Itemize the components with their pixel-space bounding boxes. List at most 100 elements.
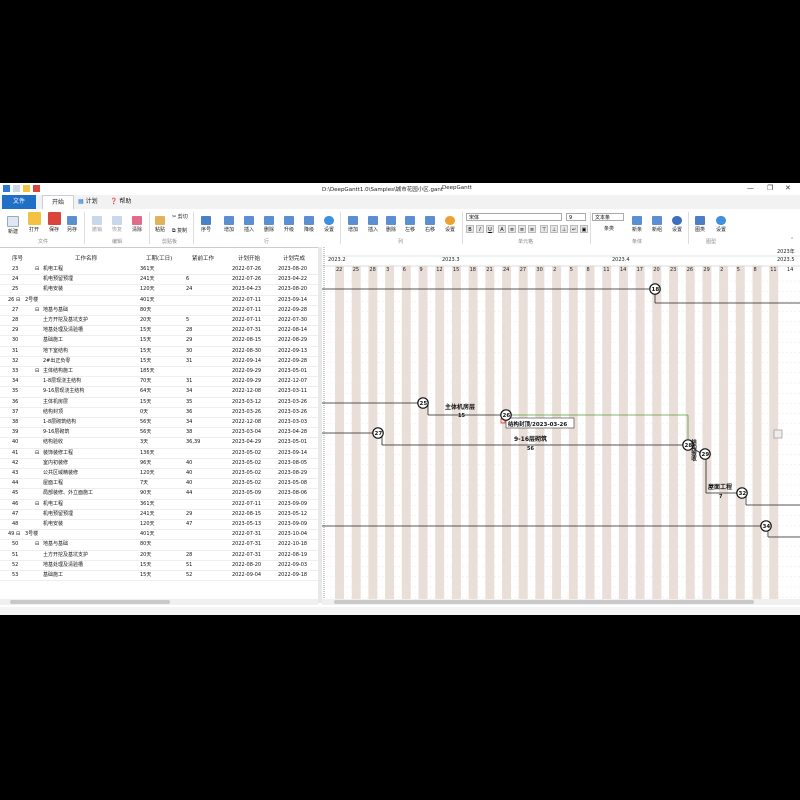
table-row[interactable]: 40 结构验收 3天 36,39 2023-04-29 2023-05-01 (0, 438, 318, 449)
table-row[interactable]: 24 机电预留预埋 241天 6 2022-07-26 2023-04-22 (0, 275, 318, 286)
table-row[interactable]: 33 ⊟ 主体结构施工 185天 2022-09-29 2023-05-01 (0, 367, 318, 378)
table-row[interactable]: 29 地基处理及清验槽 15天 28 2022-07-31 2022-08-14 (0, 326, 318, 337)
new-group-button[interactable]: 新组 (648, 216, 666, 233)
table-row[interactable]: 25 机电安装 120天 24 2023-04-23 2023-08-20 (0, 285, 318, 296)
align-center-button[interactable]: ≡ (518, 225, 526, 233)
col-header-finish[interactable]: 计划完成 (283, 253, 305, 265)
seq-button[interactable]: 序号 (197, 216, 215, 233)
valign-middle-button[interactable]: ⊥ (550, 225, 558, 233)
downgrade-button[interactable]: 降级 (300, 216, 318, 233)
collapse-toggle-icon[interactable]: ⊟ (35, 306, 39, 315)
wrap-button[interactable]: ↵ (570, 225, 578, 233)
insert-row-button[interactable]: 插入 (240, 216, 258, 233)
delete-row-button[interactable]: 删除 (260, 216, 278, 233)
right-shift-button[interactable]: 右移 (421, 216, 439, 233)
table-row[interactable]: 35 9-16层现浇主结构 64天 34 2022-12-08 2023-03-11 (0, 387, 318, 398)
upgrade-button[interactable]: 升级 (280, 216, 298, 233)
bar-label-button[interactable]: 条类 (604, 225, 614, 232)
new-bar-button[interactable]: 新条 (628, 216, 646, 233)
paste-button[interactable]: 粘贴 (152, 216, 168, 233)
row-settings-button[interactable]: 设置 (320, 216, 338, 233)
undo-button[interactable]: 撤销 (88, 216, 106, 233)
quick-new-icon[interactable] (13, 185, 20, 192)
table-row[interactable]: 39 9-16层砌筑 56天 38 2023-03-04 2023-04-28 (0, 428, 318, 439)
table-row[interactable]: 47 机电预留预埋 241天 29 2022-08-15 2023-05-12 (0, 510, 318, 520)
table-row[interactable]: 50 ⊟ 地基与基础 80天 2022-07-31 2022-10-18 (0, 540, 318, 551)
merge-button[interactable]: ▣ (580, 225, 588, 233)
open-button[interactable]: 打开 (24, 212, 44, 233)
quick-save-icon[interactable] (33, 185, 40, 192)
table-row[interactable]: 28 土方开挖及基坑支护 20天 5 2022-07-11 2022-07-30 (0, 316, 318, 327)
collapse-toggle-icon[interactable]: ⊟ (35, 265, 39, 274)
table-row[interactable]: 52 地基处理及清验槽 15天 51 2022-08-20 2022-09-03 (0, 561, 318, 571)
saveas-button[interactable]: 另存 (63, 216, 81, 233)
add-col-button[interactable]: 增加 (344, 216, 362, 233)
col-header-start[interactable]: 计划开始 (238, 253, 260, 265)
restore-icon[interactable]: ❐ (767, 184, 773, 192)
clear-button[interactable]: 清除 (128, 216, 146, 233)
table-row[interactable]: 48 机电安装 120天 47 2023-05-13 2023-09-09 (0, 520, 318, 531)
tab-start[interactable]: 开始 (42, 195, 74, 210)
table-horizontal-scrollbar[interactable] (0, 599, 318, 605)
table-row[interactable]: 53 基础施工 15天 52 2022-09-04 2022-09-18 (0, 571, 318, 582)
table-row[interactable]: 23 ⊟ 机电工程 361天 2022-07-26 2023-08-20 (0, 265, 318, 276)
col-header-name[interactable]: 工作名称 (75, 253, 97, 265)
collapse-toggle-icon[interactable]: ⊟ (35, 540, 39, 549)
minimize-icon[interactable]: — (747, 184, 754, 192)
table-row[interactable]: 42 室内初装修 96天 40 2023-05-02 2023-08-05 (0, 459, 318, 469)
valign-top-button[interactable]: ⊤ (540, 225, 548, 233)
color-button[interactable]: A (498, 225, 506, 233)
table-row[interactable]: 43 公共区域精装修 120天 40 2023-05-02 2023-08-29 (0, 469, 318, 480)
redo-button[interactable]: 恢复 (108, 216, 126, 233)
col-header-predecessor[interactable]: 紧前工作 (192, 253, 214, 265)
chart-settings-button[interactable]: 设置 (712, 216, 730, 233)
tab-file[interactable]: 文件 (2, 195, 36, 209)
align-right-button[interactable]: ≡ (528, 225, 536, 233)
table-row[interactable]: 51 土方开挖及基坑支护 20天 28 2022-07-31 2022-08-19 (0, 551, 318, 561)
font-size-select[interactable]: 9 (566, 213, 586, 221)
table-row[interactable]: 36 主体机房层 15天 35 2023-03-12 2023-03-26 (0, 398, 318, 408)
add-row-button[interactable]: 增加 (220, 216, 238, 233)
valign-bottom-button[interactable]: ⊥ (560, 225, 568, 233)
gantt-horizontal-scrollbar[interactable] (322, 599, 800, 605)
collapse-toggle-icon[interactable]: ⊟ (16, 530, 20, 539)
tab-plan[interactable]: ▦ 计划 (78, 195, 98, 209)
bar-style-select[interactable]: 文本条 (592, 213, 624, 221)
bold-button[interactable]: B (466, 225, 474, 233)
table-row[interactable]: 27 ⊟ 地基与基础 80天 2022-07-11 2022-09-28 (0, 306, 318, 316)
collapse-toggle-icon[interactable]: ⊟ (35, 500, 39, 509)
quick-open-icon[interactable] (23, 185, 30, 192)
table-row[interactable]: 44 屋面工程 7天 40 2023-05-02 2023-05-08 (0, 479, 318, 490)
scroll-thumb[interactable] (334, 600, 754, 604)
tab-help[interactable]: ❓ 帮助 (110, 195, 131, 209)
save-button[interactable]: 保存 (44, 212, 64, 233)
col-header-duration[interactable]: 工期(工日) (146, 253, 172, 265)
table-row[interactable]: 31 地下室结构 15天 30 2022-08-30 2022-09-13 (0, 347, 318, 357)
table-row[interactable]: 30 基础施工 15天 29 2022-08-15 2022-08-29 (0, 336, 318, 347)
align-left-button[interactable]: ≡ (508, 225, 516, 233)
delete-col-button[interactable]: 删除 (382, 216, 400, 233)
table-row[interactable]: 37 结构封顶 0天 36 2023-03-26 2023-03-26 (0, 408, 318, 418)
new-button[interactable]: 新建 (4, 216, 22, 235)
table-row[interactable]: 26 ⊟ 2号楼 401天 2022-07-11 2023-09-14 (0, 296, 318, 306)
copy-button[interactable]: ⧉ 复制 (172, 227, 187, 234)
table-row[interactable]: 41 ⊟ 装饰装修工程 136天 2023-05-02 2023-09-14 (0, 449, 318, 459)
scroll-thumb[interactable] (10, 600, 170, 604)
collapse-toggle-icon[interactable]: ⊟ (16, 296, 20, 305)
chart-type-button[interactable]: 图类 (690, 216, 710, 233)
underline-button[interactable]: U (486, 225, 494, 233)
bar-settings-button[interactable]: 设置 (668, 216, 686, 233)
table-row[interactable]: 34 1-8层现浇主结构 70天 31 2022-09-29 2022-12-07 (0, 377, 318, 388)
close-icon[interactable]: ✕ (785, 184, 791, 192)
table-row[interactable]: 45 局部装修、外立面施工 90天 44 2023-05-09 2023-08-06 (0, 489, 318, 500)
table-row[interactable]: 46 ⊟ 机电工程 361天 2022-07-11 2023-09-09 (0, 500, 318, 510)
font-name-select[interactable]: 宋体 (466, 213, 562, 221)
left-shift-button[interactable]: 左移 (401, 216, 419, 233)
table-row[interactable]: 49 ⊟ 3号楼 401天 2022-07-31 2023-10-04 (0, 530, 318, 541)
italic-button[interactable]: I (476, 225, 484, 233)
collapse-toggle-icon[interactable]: ⊟ (35, 449, 39, 458)
col-settings-button[interactable]: 设置 (441, 216, 459, 233)
collapse-ribbon-icon[interactable]: ⌃ (790, 237, 794, 243)
insert-col-button[interactable]: 插入 (364, 216, 382, 233)
col-header-seq[interactable]: 序号 (12, 253, 23, 265)
